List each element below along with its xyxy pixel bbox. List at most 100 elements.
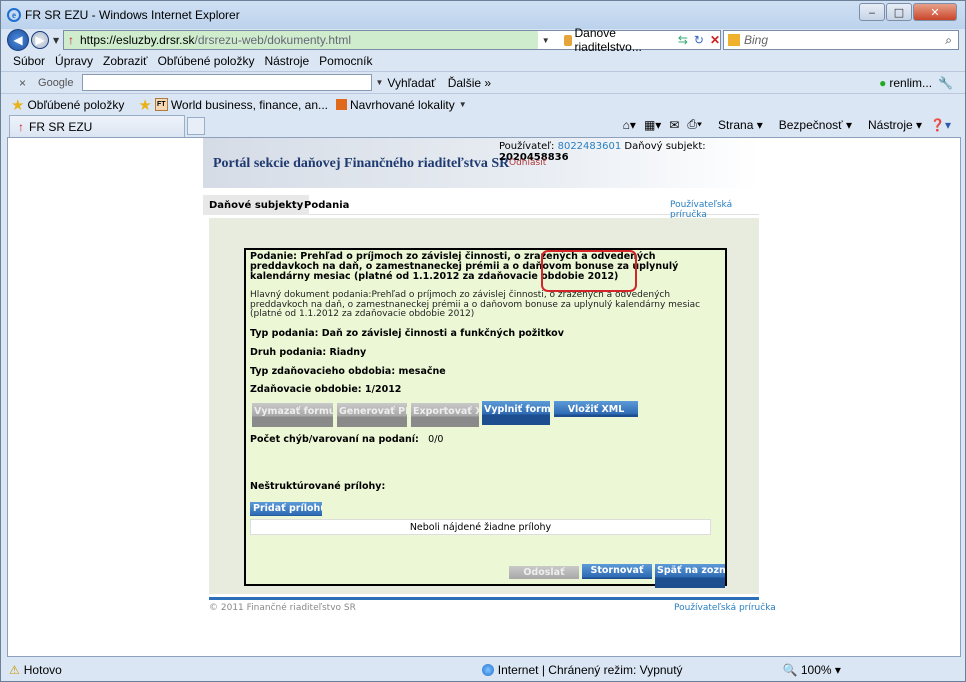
wrench-icon[interactable]: 🔧: [938, 76, 953, 90]
menu-favorites[interactable]: Obľúbené položky: [158, 54, 255, 68]
close-button[interactable]: ✕: [913, 3, 957, 21]
menu-view[interactable]: Zobraziť: [103, 54, 148, 68]
google-more-button[interactable]: Ďalšie »: [448, 76, 491, 90]
add-favorite-icon[interactable]: ★: [138, 96, 151, 114]
back-button[interactable]: ◀: [7, 29, 29, 51]
footer-copyright: © 2011 Finančné riaditeľstvo SR: [209, 603, 356, 613]
minimize-button[interactable]: ‒: [859, 3, 885, 21]
mail-icon[interactable]: ✉: [669, 118, 679, 132]
status-bar: ⚠ Hotovo Internet | Chránený režim: Vypn…: [1, 659, 965, 681]
warning-icon: ⚠: [9, 663, 20, 677]
bing-icon: [728, 34, 740, 46]
google-logo: Google: [38, 76, 74, 89]
nav-danove-subjekty[interactable]: Daňové subjekty: [203, 195, 310, 215]
send-button[interactable]: Odoslať: [509, 566, 579, 579]
favorites-button[interactable]: Obľúbené položky: [27, 98, 124, 112]
ie-logo-icon: e: [7, 8, 21, 22]
stop-icon[interactable]: ✕: [710, 33, 720, 47]
tab-page-icon: ↑: [18, 119, 24, 134]
tab-label: FR SR EZU: [29, 119, 93, 134]
zone-text: Internet | Chránený režim: Vypnutý: [497, 663, 683, 677]
footer-line: [209, 597, 759, 600]
errors-value: 0/0: [428, 434, 444, 445]
portal-title: Portál sekcie daňovej Finančného riadite…: [213, 156, 510, 171]
security-menu-label: Bezpečnosť: [778, 117, 843, 132]
menu-tools[interactable]: Nástroje: [264, 54, 309, 68]
portal-nav: Daňové subjekty Podania Používateľská pr…: [203, 195, 759, 220]
favorites-bar: ★ Obľúbené položky ★ FT World business, …: [1, 93, 965, 115]
submission-type: Typ podania: Daň zo závislej činnosti a …: [250, 328, 564, 339]
title-bar: e FR SR EZU - Windows Internet Explorer …: [1, 1, 965, 29]
page-viewport: Portál sekcie daňovej Finančného riadite…: [7, 137, 961, 657]
logout-link[interactable]: Odhlásiť: [509, 158, 546, 168]
favorites-star-icon[interactable]: ★: [11, 96, 24, 114]
tab-fr-sr-ezu[interactable]: ↑ FR SR EZU: [9, 115, 185, 137]
period-type: Typ zdaňovacieho obdobia: mesačne: [250, 366, 446, 377]
lock-icon[interactable]: [563, 34, 572, 46]
security-menu[interactable]: Bezpečnosť ▾: [771, 118, 852, 132]
zoom-menu[interactable]: 🔍 100% ▾: [783, 663, 841, 677]
favorite-item-suggested[interactable]: Navrhované lokality: [350, 98, 455, 112]
guide-link[interactable]: Používateľská príručka: [670, 200, 759, 220]
back-to-list-button[interactable]: Späť na zoznam: [655, 564, 725, 588]
print-icon[interactable]: ⎙▾: [687, 117, 702, 132]
address-row: ◀ ▶ ▼ ↑ https://esluzby.drsr.sk/drsrezu-…: [1, 26, 965, 54]
search-input[interactable]: Bing ⌕: [723, 30, 959, 50]
add-attachment-button[interactable]: Pridať prílohu: [250, 502, 322, 516]
clear-form-button[interactable]: Vymazať formulá: [252, 403, 333, 427]
page-menu[interactable]: Strana ▾: [710, 118, 763, 132]
compat-icon[interactable]: ⇆: [678, 33, 688, 47]
tools-menu-label: Nástroje: [867, 117, 913, 132]
url-host: https://esluzby.drsr.sk: [80, 33, 195, 47]
ft-icon: FT: [154, 98, 168, 111]
tools-menu[interactable]: Nástroje ▾: [860, 118, 922, 132]
google-user[interactable]: renlim...: [889, 76, 932, 90]
address-bar[interactable]: ↑ https://esluzby.drsr.sk/drsrezu-web/do…: [63, 26, 721, 54]
page-icon: ↑: [68, 33, 74, 47]
menu-edit[interactable]: Úpravy: [55, 54, 93, 68]
address-dropdown-icon[interactable]: ▼: [542, 36, 550, 45]
favorite-item-ft[interactable]: World business, finance, an...: [171, 98, 328, 112]
footer-guide-link[interactable]: Používateľská príručka: [674, 603, 776, 613]
fill-form-button[interactable]: Vyplniť formul: [482, 401, 550, 425]
history-dropdown-icon[interactable]: ▼: [53, 36, 59, 45]
main-document-description: Hlavný dokument podania:Prehľad o príjmo…: [250, 290, 701, 319]
menu-help[interactable]: Pomocník: [319, 54, 372, 68]
page-menu-label: Strana: [718, 117, 754, 132]
google-search-input[interactable]: [81, 74, 372, 91]
portal-header: Portál sekcie daňovej Finančného riadite…: [203, 138, 759, 188]
google-toolbar: × Google ▼ Vyhľadať Ďalšie » ● renlim...…: [1, 71, 965, 93]
status-text: Hotovo: [23, 663, 62, 677]
attachments-label: Neštruktúrované prílohy:: [250, 481, 386, 492]
attachments-empty-message: Neboli nájdené žiadne prílohy: [250, 519, 711, 535]
subject-label: Daňový subjekt:: [624, 141, 706, 152]
menu-file[interactable]: Súbor: [13, 54, 45, 68]
google-dropdown-icon[interactable]: ▼: [376, 78, 384, 87]
status-dot-icon: ●: [879, 75, 887, 90]
zone-info[interactable]: Internet | Chránený režim: Vypnutý: [481, 663, 683, 677]
certificate-name[interactable]: Danove riaditelstvo...: [575, 26, 672, 54]
refresh-icon[interactable]: ↻: [694, 33, 704, 47]
google-search-button[interactable]: Vyhľadať: [387, 76, 435, 90]
nav-podania[interactable]: Podania: [298, 195, 355, 215]
forward-button[interactable]: ▶: [31, 31, 49, 49]
search-icon[interactable]: ⌕: [945, 33, 952, 48]
submission-form: Podanie: Prehľad o príjmoch zo závislej …: [244, 248, 727, 588]
suggested-dropdown-icon[interactable]: ▼: [459, 100, 467, 109]
maximize-button[interactable]: □: [886, 3, 912, 21]
insert-xml-button[interactable]: Vložiť XML: [554, 401, 638, 417]
generate-pdf-button[interactable]: Generovať PDF: [337, 403, 407, 427]
suggested-sites-icon: [336, 99, 348, 110]
submission-kind: Druh podania: Riadny: [250, 347, 367, 358]
highlight-annotation: [541, 250, 637, 292]
rss-icon[interactable]: ▦▾: [644, 118, 661, 132]
zoom-level: 100%: [800, 663, 832, 677]
cancel-button[interactable]: Stornovať: [582, 564, 652, 579]
home-icon[interactable]: ⌂▾: [623, 118, 636, 132]
help-icon[interactable]: ❓▾: [930, 118, 951, 132]
toolbar-close-icon[interactable]: ×: [19, 76, 26, 90]
user-id: 8022483601: [557, 141, 622, 152]
new-tab-button[interactable]: [187, 117, 205, 135]
export-xml-button[interactable]: Exportovať XM: [411, 403, 479, 427]
tax-period: Zdaňovacie obdobie: 1/2012: [250, 384, 402, 395]
